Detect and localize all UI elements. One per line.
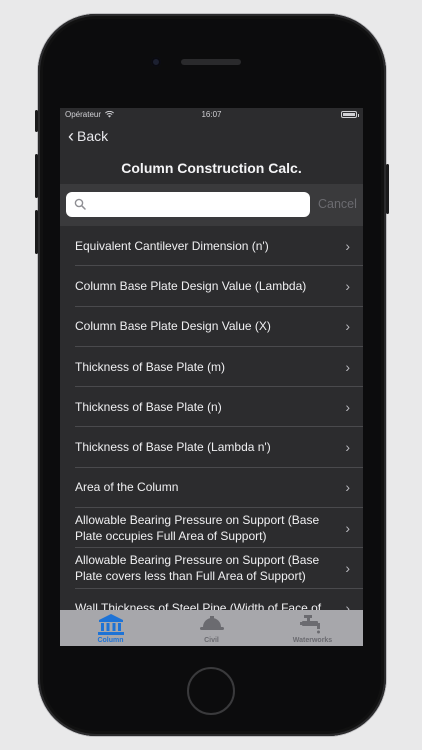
back-button-label: Back bbox=[77, 128, 109, 144]
chevron-right-icon: › bbox=[345, 600, 350, 610]
tab-bar: Column Civil Waterworks bbox=[60, 610, 363, 646]
app-screen: Opérateur 16:07 ‹ Back Column Constructi… bbox=[60, 108, 363, 646]
battery-icon bbox=[341, 111, 359, 118]
column-building-icon bbox=[97, 613, 125, 640]
list-item-label: Wall Thickness of Steel Pipe (Width of F… bbox=[75, 601, 322, 610]
list-item-label: Allowable Bearing Pressure on Support (B… bbox=[75, 512, 320, 543]
chevron-right-icon: › bbox=[345, 560, 350, 577]
tab-civil[interactable]: Civil bbox=[161, 610, 262, 646]
tab-label: Civil bbox=[204, 637, 219, 644]
list-item[interactable]: Column Base Plate Design Value (X) › bbox=[75, 307, 363, 347]
chevron-right-icon: › bbox=[345, 479, 350, 496]
cancel-button[interactable]: Cancel bbox=[318, 197, 357, 211]
back-button[interactable]: ‹ Back bbox=[68, 127, 108, 145]
front-camera bbox=[151, 57, 161, 67]
list-item-label: Column Base Plate Design Value (X) bbox=[75, 319, 271, 334]
list-item[interactable]: Area of the Column › bbox=[75, 468, 363, 509]
status-bar: Opérateur 16:07 bbox=[60, 108, 363, 121]
list-item-label: Allowable Bearing Pressure on Support (B… bbox=[75, 553, 320, 584]
list-item[interactable]: Allowable Bearing Pressure on Support (B… bbox=[75, 548, 363, 589]
mute-switch bbox=[35, 110, 38, 132]
list-item-label: Column Base Plate Design Value (Lambda) bbox=[75, 278, 307, 293]
power-button bbox=[386, 164, 389, 214]
tab-column[interactable]: Column bbox=[60, 610, 161, 646]
list-item[interactable]: Thickness of Base Plate (Lambda n') › bbox=[75, 427, 363, 468]
chevron-right-icon: › bbox=[345, 439, 350, 456]
list-item-label: Thickness of Base Plate (n) bbox=[75, 399, 222, 414]
navigation-bar: ‹ Back bbox=[60, 121, 363, 154]
tab-waterworks[interactable]: Waterworks bbox=[262, 610, 363, 646]
page-title: Column Construction Calc. bbox=[121, 160, 302, 176]
list-item-label: Thickness of Base Plate (m) bbox=[75, 359, 226, 374]
earpiece-speaker bbox=[181, 59, 241, 65]
tab-label: Waterworks bbox=[292, 637, 333, 644]
calculation-list: Equivalent Cantilever Dimension (n') › Col… bbox=[60, 226, 363, 610]
list-item-label: Area of the Column bbox=[75, 480, 179, 495]
list-item[interactable]: Thickness of Base Plate (m) › bbox=[75, 347, 363, 388]
chevron-right-icon: › bbox=[345, 398, 350, 415]
list-item[interactable]: Wall Thickness of Steel Pipe (Width of F… bbox=[75, 589, 363, 610]
hard-hat-icon bbox=[199, 613, 225, 638]
volume-up-button bbox=[35, 154, 38, 198]
chevron-right-icon: › bbox=[345, 237, 350, 254]
status-time: 16:07 bbox=[201, 110, 222, 119]
list-item-label: Thickness of Base Plate (Lambda n') bbox=[75, 440, 271, 455]
list-item-label: Equivalent Cantilever Dimension (n') bbox=[75, 238, 269, 253]
search-bar: Cancel bbox=[60, 184, 363, 226]
list-item[interactable]: Thickness of Base Plate (n) › bbox=[75, 387, 363, 428]
list-item[interactable]: Column Base Plate Design Value (Lambda) › bbox=[75, 266, 363, 307]
chevron-right-icon: › bbox=[345, 277, 350, 294]
chevron-left-icon: ‹ bbox=[68, 126, 74, 146]
faucet-icon bbox=[299, 613, 326, 640]
list-item[interactable]: Equivalent Cantilever Dimension (n') › bbox=[75, 226, 363, 267]
search-icon bbox=[74, 198, 86, 210]
chevron-right-icon: › bbox=[345, 358, 350, 375]
volume-down-button bbox=[35, 210, 38, 254]
home-button[interactable] bbox=[187, 667, 235, 715]
chevron-right-icon: › bbox=[345, 519, 350, 536]
list-item[interactable]: Allowable Bearing Pressure on Support (B… bbox=[75, 508, 363, 549]
tab-label: Column bbox=[97, 637, 124, 644]
search-field[interactable] bbox=[66, 192, 310, 219]
chevron-right-icon: › bbox=[345, 318, 350, 335]
search-input[interactable] bbox=[92, 192, 308, 219]
